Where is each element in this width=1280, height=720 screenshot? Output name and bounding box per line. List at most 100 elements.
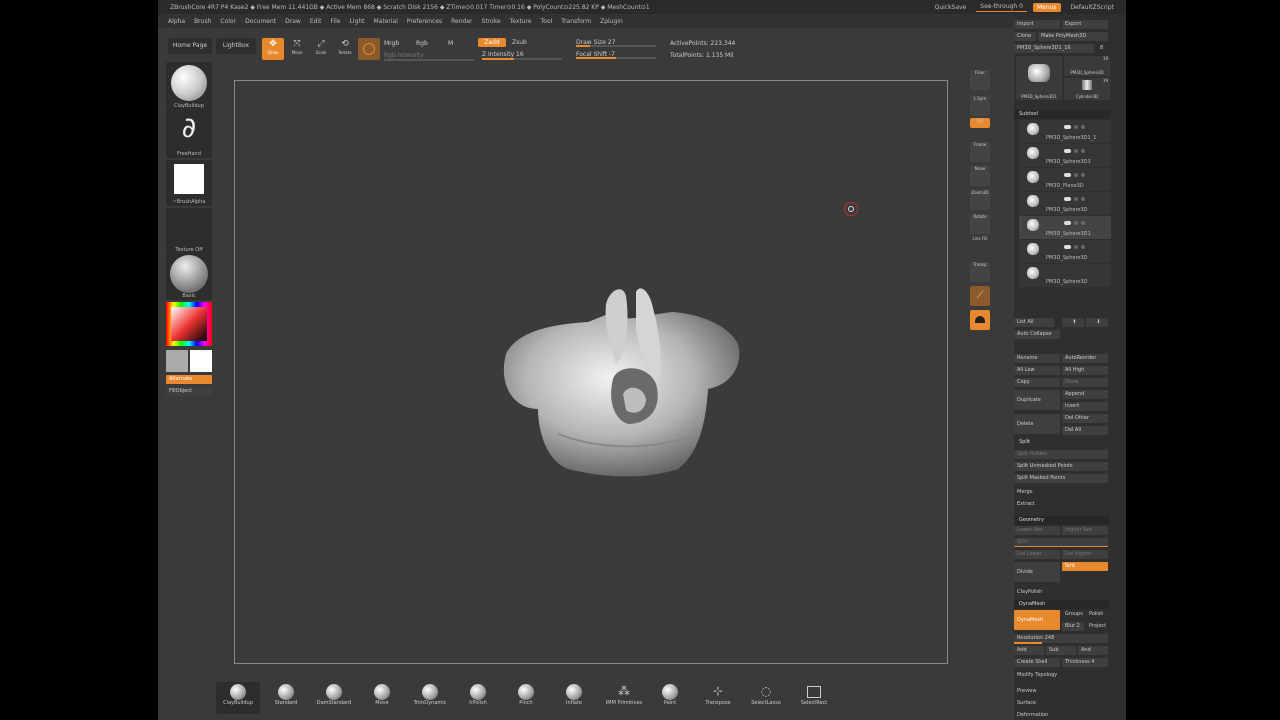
smt-toggle[interactable]: Smt xyxy=(1062,562,1108,571)
quicksave-button[interactable]: QuickSave xyxy=(931,3,971,12)
menu-tool[interactable]: Tool xyxy=(541,18,553,25)
menu-material[interactable]: Material xyxy=(373,18,397,25)
copy-button[interactable]: Copy xyxy=(1014,378,1060,387)
subtool-item[interactable]: PM3D_Sphere3D3 xyxy=(1019,144,1111,167)
menu-file[interactable]: File xyxy=(330,18,340,25)
subtool-item[interactable]: PM3D_Sphere3D xyxy=(1019,240,1111,263)
sdiv-slider[interactable]: SDiv xyxy=(1014,538,1108,547)
seethrough-slider[interactable]: See-through 0 xyxy=(976,2,1027,12)
frame-button[interactable]: Frame xyxy=(970,142,990,162)
subtool-item[interactable]: PM3D_Sphere3D xyxy=(1019,264,1111,287)
insert-button[interactable]: Insert xyxy=(1062,402,1108,411)
make-polymesh-button[interactable]: Make PolyMesh3D xyxy=(1038,32,1108,41)
surface-header[interactable]: Surface xyxy=(1014,699,1108,708)
claypolish-header[interactable]: ClayPolish xyxy=(1014,588,1108,597)
groups-toggle[interactable]: Groups xyxy=(1062,610,1084,619)
menu-document[interactable]: Document xyxy=(245,18,276,25)
rgb-intensity-slider[interactable]: Rgb Intensity xyxy=(384,52,424,59)
subtool-item[interactable]: PM3D_Sphere3D1_1 xyxy=(1019,120,1111,143)
menu-brush[interactable]: Brush xyxy=(194,18,211,25)
tool-thumb-sphere[interactable]: 19 PM3D_Sphere3D xyxy=(1064,56,1110,76)
menus-button[interactable]: Menus xyxy=(1032,2,1061,12)
primary-color-swatch[interactable] xyxy=(190,350,212,372)
subtool-header[interactable]: Subtool xyxy=(1014,110,1110,119)
split-masked-button[interactable]: Split Masked Points xyxy=(1014,474,1108,483)
brush-transpose[interactable]: ⊹ Transpose xyxy=(696,682,740,714)
secondary-color-swatch[interactable] xyxy=(166,350,188,372)
color-gradient-square[interactable] xyxy=(171,307,207,341)
auto-collapse-button[interactable]: Auto Collapse xyxy=(1014,330,1060,339)
z-intensity-slider[interactable]: Z Intensity 16 xyxy=(482,51,524,58)
subtool-item[interactable]: PM3D_Plane3D xyxy=(1019,168,1111,191)
material-selector[interactable]: Basic xyxy=(166,254,212,300)
merge-header[interactable]: Merge xyxy=(1014,488,1108,497)
scale-mode-button[interactable]: ⤢ Scale xyxy=(310,38,332,60)
subtool-item-selected[interactable]: PM3D_Sphere3D1 xyxy=(1019,216,1111,239)
fill-object-button[interactable]: FillObject xyxy=(166,387,212,396)
autoreorder-button[interactable]: AutoReorder xyxy=(1062,354,1108,363)
stroke-selector[interactable]: ∂ FreeHand xyxy=(166,110,212,158)
menu-light[interactable]: Light xyxy=(350,18,365,25)
rename-button[interactable]: Rename xyxy=(1014,354,1060,363)
brush-selector[interactable]: ClayBuildup xyxy=(166,62,212,110)
zoom3d-button[interactable]: Zoom3D xyxy=(970,190,990,210)
menu-draw[interactable]: Draw xyxy=(285,18,301,25)
preview-header[interactable]: Preview xyxy=(1014,687,1108,696)
all-low-button[interactable]: All Low xyxy=(1014,366,1060,375)
thickness-slider[interactable]: Thickness 4 xyxy=(1062,658,1108,667)
m-toggle[interactable]: M xyxy=(448,40,453,47)
zsub-button[interactable]: Zsub xyxy=(512,39,527,46)
brush-imm-primitives[interactable]: ⁂ IMM Primitives xyxy=(600,682,648,714)
subtool-toggles[interactable] xyxy=(1064,196,1104,201)
rotate-mode-button[interactable]: ⟲ Rotate xyxy=(334,38,356,60)
create-shell-button[interactable]: Create Shell xyxy=(1014,658,1060,667)
brush-paint[interactable]: Paint xyxy=(648,682,692,714)
menu-edit[interactable]: Edit xyxy=(310,18,322,25)
menu-render[interactable]: Render xyxy=(451,18,472,25)
move-mode-button[interactable]: ⤧ Move xyxy=(286,38,308,60)
alpha-selector[interactable]: ~BrushAlpha xyxy=(166,160,212,206)
del-lower-button[interactable]: Del Lower xyxy=(1014,550,1060,559)
brush-selectrect[interactable]: SelectRect xyxy=(792,682,836,714)
home-page-button[interactable]: Home Page xyxy=(168,38,212,54)
local-symmetry-button[interactable]: L.Sym xyxy=(970,96,990,116)
geometry-header[interactable]: Geometry xyxy=(1014,516,1110,525)
xyz-button[interactable]: Xyz xyxy=(970,118,990,128)
menu-preferences[interactable]: Preferences xyxy=(407,18,442,25)
brush-pinch[interactable]: Pinch xyxy=(504,682,548,714)
add-button[interactable]: Add xyxy=(1014,646,1044,655)
paste-button[interactable]: Paste xyxy=(1062,378,1108,387)
dynamesh-button[interactable]: DynaMesh xyxy=(1014,610,1060,630)
tool-thumb-current[interactable]: PM3D_Sphere3D1 xyxy=(1016,56,1062,100)
delete-button[interactable]: Delete xyxy=(1014,414,1060,434)
polish-toggle[interactable]: Polish xyxy=(1086,610,1108,619)
menu-alpha[interactable]: Alpha xyxy=(168,18,185,25)
subtool-toggles[interactable] xyxy=(1064,148,1104,153)
mrgb-toggle[interactable]: Mrgb xyxy=(384,40,399,47)
extract-header[interactable]: Extract xyxy=(1014,500,1108,509)
line-fill-button[interactable]: Line Fill xyxy=(970,236,990,256)
sub-button[interactable]: Sub xyxy=(1046,646,1076,655)
move-view-button[interactable]: Move xyxy=(970,166,990,186)
and-button[interactable]: And xyxy=(1078,646,1108,655)
import-button[interactable]: Import xyxy=(1014,20,1060,29)
lightbox-button[interactable]: LightBox xyxy=(216,38,256,54)
list-all-button[interactable]: List All xyxy=(1014,318,1054,327)
all-high-button[interactable]: All High xyxy=(1062,366,1108,375)
divide-button[interactable]: Divide xyxy=(1014,562,1060,582)
split-hidden-button[interactable]: Split Hidden xyxy=(1014,450,1108,459)
blur-slider[interactable]: Blur 2 xyxy=(1062,622,1084,631)
subtool-toggles[interactable] xyxy=(1064,244,1104,249)
menu-transform[interactable]: Transform xyxy=(561,18,591,25)
draw-mode-button[interactable]: ✥ Draw xyxy=(262,38,284,60)
tool-thumb-cylinder[interactable]: 19 Cylinder3D xyxy=(1064,78,1110,100)
brush-claybuildup[interactable]: ClayBuildup xyxy=(216,682,260,714)
higher-res-button[interactable]: Higher Res xyxy=(1062,526,1108,535)
deformation-header[interactable]: Deformation xyxy=(1014,711,1108,720)
menu-texture[interactable]: Texture xyxy=(510,18,532,25)
edit-brush-button[interactable]: ⟋ xyxy=(970,286,990,306)
brush-damstandard[interactable]: DamStandard xyxy=(312,682,356,714)
default-zscript-button[interactable]: DefaultZScript xyxy=(1067,3,1118,12)
sculpt-model[interactable] xyxy=(498,284,748,484)
solo-button[interactable] xyxy=(970,310,990,330)
